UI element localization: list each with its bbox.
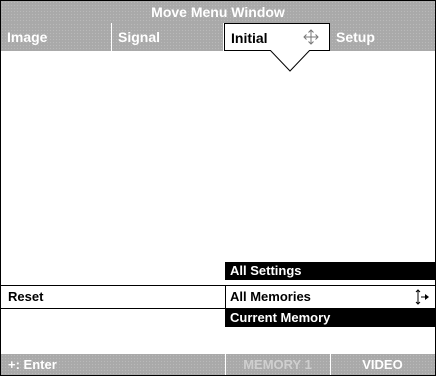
footer-bar: +: Enter MEMORY 1 VIDEO <box>1 354 435 375</box>
tab-bar: Image Signal Initial Setup <box>1 23 435 51</box>
memory-indicator: MEMORY 1 <box>243 357 312 372</box>
tab-setup[interactable]: Setup <box>330 23 435 51</box>
reset-divider <box>225 286 226 308</box>
move-arrows-icon <box>303 29 319 45</box>
reset-row: Reset All Memories <box>1 285 435 309</box>
tab-signal[interactable]: Signal <box>112 23 224 51</box>
window-title: Move Menu Window <box>1 1 435 23</box>
enter-hint: +: Enter <box>8 357 57 372</box>
option-current-memory[interactable]: Current Memory <box>225 309 435 327</box>
active-tab-pointer <box>270 50 310 72</box>
tab-image[interactable]: Image <box>1 23 112 51</box>
up-down-arrow-icon <box>415 289 429 305</box>
reset-label: Reset <box>8 289 44 304</box>
menu-window: Move Menu Window Image Signal Initial Se… <box>0 0 436 376</box>
option-all-memories[interactable]: All Memories <box>230 286 311 308</box>
tab-initial[interactable]: Initial <box>224 23 330 51</box>
source-indicator: VIDEO <box>362 357 403 372</box>
option-all-settings[interactable]: All Settings <box>225 262 435 280</box>
tab-initial-label: Initial <box>231 30 268 46</box>
